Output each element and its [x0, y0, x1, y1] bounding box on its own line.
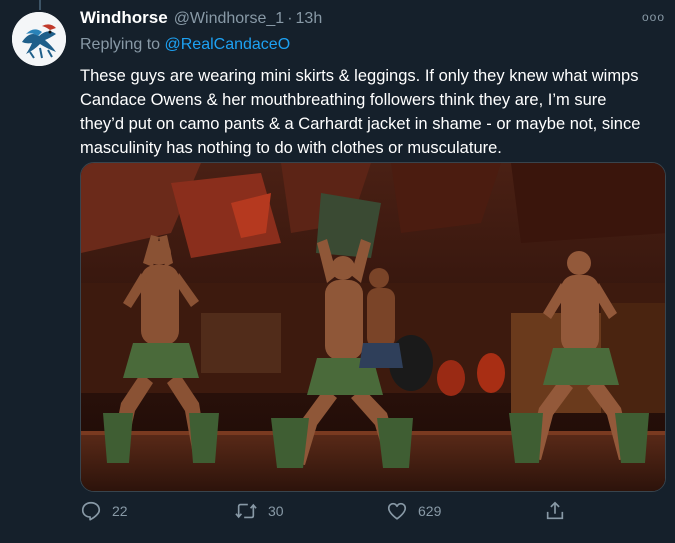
like-button[interactable]: 629: [386, 500, 441, 522]
like-count: 629: [418, 503, 442, 519]
tweet[interactable]: ooo Windhorse @Windhorse_1 · 13h Replyin…: [0, 0, 675, 543]
tweet-text: These guys are wearing mini skirts & leg…: [80, 67, 641, 157]
replying-to: Replying to @RealCandaceO: [80, 36, 665, 58]
display-name[interactable]: Windhorse: [80, 8, 168, 28]
heart-icon: [387, 502, 407, 520]
retweet-icon: [235, 503, 257, 519]
windhorse-avatar-image: [12, 12, 66, 66]
avatar[interactable]: [12, 12, 66, 66]
timestamp[interactable]: 13h: [296, 10, 323, 28]
tweet-photo[interactable]: [80, 162, 666, 492]
retweet-count: 30: [268, 503, 284, 519]
tweet-header: Windhorse @Windhorse_1 · 13h: [80, 8, 665, 34]
reply-icon: [81, 501, 101, 521]
reply-count: 22: [112, 503, 128, 519]
separator-dot: ·: [287, 10, 293, 27]
user-handle[interactable]: @Windhorse_1: [174, 10, 285, 28]
replying-to-label: Replying to: [80, 36, 161, 53]
share-button[interactable]: [544, 500, 566, 522]
tweet-actions: 22 30 629: [80, 500, 580, 526]
retweet-button[interactable]: 30: [234, 500, 284, 522]
thread-line: [39, 0, 41, 10]
reply-button[interactable]: 22: [80, 500, 128, 522]
tweet-content: Windhorse @Windhorse_1 · 13h Replying to…: [80, 8, 665, 160]
dancers-photo: [81, 163, 665, 491]
replying-to-link[interactable]: @RealCandaceO: [165, 36, 291, 53]
share-icon: [546, 501, 564, 520]
